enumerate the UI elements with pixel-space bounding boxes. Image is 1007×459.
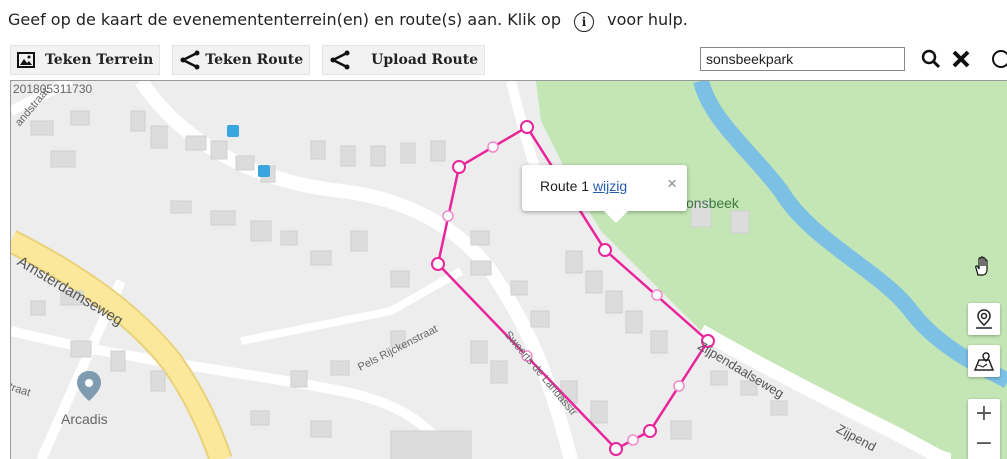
instruction-text: Geef op de kaart de evenemententerrein(e…	[8, 10, 688, 32]
route-edit-link[interactable]: wijzig	[593, 178, 627, 194]
map-layer-icon	[973, 352, 995, 371]
map-base	[11, 81, 1007, 459]
map-marker-button[interactable]	[968, 303, 1000, 335]
upload-route-button[interactable]: Upload Route	[322, 45, 486, 75]
zoom-out-button[interactable]: −	[968, 429, 1000, 459]
map-layer-button[interactable]	[968, 345, 1000, 377]
close-icon[interactable]	[950, 48, 972, 70]
route-popup-title: Route 1	[540, 178, 590, 194]
popup-tail	[604, 211, 628, 223]
search-icon[interactable]	[920, 48, 942, 70]
share-icon	[330, 50, 350, 70]
map-canvas[interactable]: 201805311730 andstraat Amsterdamseweg Pe…	[10, 80, 1007, 459]
bus-stop-icon	[258, 165, 270, 177]
search-input[interactable]	[700, 47, 905, 71]
popup-close-icon[interactable]: ×	[667, 174, 677, 194]
zoom-control: + −	[968, 399, 1000, 459]
map-pin-icon	[976, 309, 992, 329]
draw-area-label: Teken Terrein	[45, 52, 154, 68]
image-icon	[17, 52, 35, 68]
draw-route-button[interactable]: Teken Route	[172, 45, 311, 75]
instruction-after: voor hulp.	[607, 10, 688, 29]
help-icon[interactable]	[990, 48, 1007, 70]
help-info-icon[interactable]: i	[574, 12, 595, 32]
place-label-arcadis: Arcadis	[61, 411, 108, 427]
toolbar: Teken Terrein Teken Route Upload Route	[10, 45, 497, 75]
map-id-label: 201805311730	[13, 82, 93, 96]
route-popup: Route 1 wijzig ×	[522, 165, 687, 223]
zoom-in-button[interactable]: +	[968, 399, 1000, 429]
route-popup-text: Route 1 wijzig	[540, 178, 627, 194]
share-icon	[180, 50, 200, 70]
upload-route-label: Upload Route	[371, 52, 479, 68]
instruction-before: Geef op de kaart de evenemententerrein(e…	[8, 10, 561, 29]
bus-stop-icon	[227, 125, 239, 137]
draw-area-button[interactable]: Teken Terrein	[10, 45, 161, 75]
draw-route-label: Teken Route	[205, 52, 304, 68]
place-label-sonsbeek: onsbeek	[686, 195, 739, 211]
hand-cursor-icon	[975, 256, 988, 276]
